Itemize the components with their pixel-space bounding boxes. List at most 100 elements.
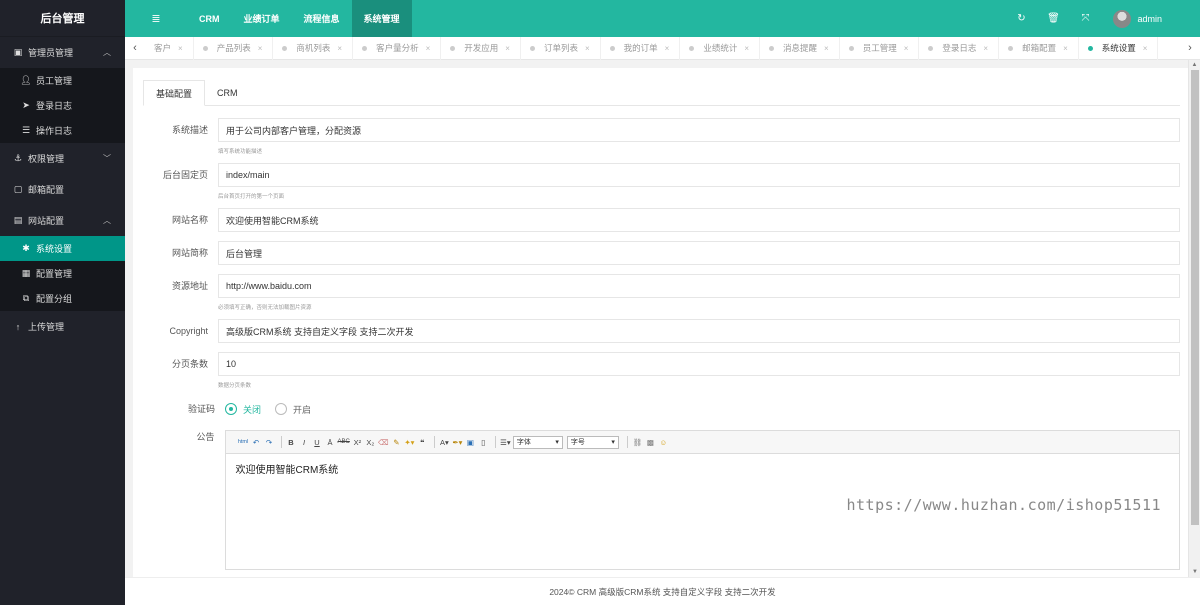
close-icon[interactable]: × xyxy=(824,44,829,53)
emotion-icon[interactable]: ☺ xyxy=(658,438,669,447)
sidebar-group-permission[interactable]: ⚓︎ 权限管理 ﹀ xyxy=(0,143,125,174)
bold-icon[interactable]: B xyxy=(286,438,297,447)
auto-format-icon[interactable]: ✦▾ xyxy=(404,438,415,447)
user-name[interactable]: admin xyxy=(1137,14,1162,24)
close-icon[interactable]: × xyxy=(904,44,909,53)
topnav-process[interactable]: 流程信息 xyxy=(292,0,352,37)
link-icon[interactable]: ⛓︎ xyxy=(632,438,643,447)
editor-toolbar: html ↶ ↷ B I U Ā ABC X² X₂ ⌫ ✎ ✦▾ ❝ A▾ ✒… xyxy=(225,431,1179,454)
sidebar-group-mail[interactable]: ▢ 邮箱配置 xyxy=(0,174,125,205)
resource-url-input[interactable]: http://www.baidu.com xyxy=(218,274,1180,298)
fullscreen-icon[interactable]: ⤧ xyxy=(1069,13,1101,24)
chevron-up-icon: ︿ xyxy=(103,216,111,225)
sidebar-item-operation-log[interactable]: ☰ 操作日志 xyxy=(0,118,125,143)
underline-icon[interactable]: U xyxy=(312,438,323,447)
close-icon[interactable]: × xyxy=(983,44,988,53)
sidebar-group-admin[interactable]: ▣ 管理员管理 ︿ xyxy=(0,37,125,68)
page-scrollbar[interactable]: ▲ ▼ xyxy=(1188,60,1200,577)
close-icon[interactable]: × xyxy=(585,44,590,53)
close-icon[interactable]: × xyxy=(178,44,183,53)
topnav-system[interactable]: 系统管理 xyxy=(351,0,412,37)
close-icon[interactable]: × xyxy=(1143,44,1148,53)
sidebar-group-site[interactable]: ▤ 网站配置 ︿ xyxy=(0,205,125,236)
sidebar-item-staff[interactable]: 👤︎ 员工管理 xyxy=(0,68,125,93)
font-family-select[interactable]: 字体 ▾ xyxy=(512,435,563,449)
page-tab[interactable]: 邮箱配置 × xyxy=(999,36,1079,60)
clear-doc-icon[interactable]: ▯ xyxy=(478,438,489,447)
background-color-icon[interactable]: ✒▾ xyxy=(452,438,463,447)
page-tab[interactable]: 开发应用 × xyxy=(441,36,521,60)
line-height-icon[interactable]: ☰▾ xyxy=(500,438,511,447)
sidebar-group-upload[interactable]: ↑ 上传管理 xyxy=(0,311,125,342)
quote-icon[interactable]: ❝ xyxy=(417,438,428,447)
sidebar-item-config-manage[interactable]: ▦ 配置管理 xyxy=(0,261,125,286)
close-icon[interactable]: × xyxy=(258,44,263,53)
tab-label: 订单列表 xyxy=(543,43,578,53)
chevron-right-icon[interactable]: › xyxy=(1180,42,1200,54)
eraser-icon[interactable]: ⌫ xyxy=(378,438,389,447)
close-icon[interactable]: × xyxy=(337,44,342,53)
scroll-thumb[interactable] xyxy=(1191,70,1199,525)
select-all-icon[interactable]: ▣ xyxy=(465,438,476,447)
dot-icon xyxy=(609,45,615,51)
page-tab[interactable]: 商机列表 × xyxy=(273,36,354,60)
chevron-left-icon[interactable]: ‹ xyxy=(125,42,145,54)
sidebar-item-config-group[interactable]: ⧉ 配置分组 xyxy=(0,286,125,311)
superscript-icon[interactable]: X² xyxy=(352,438,363,447)
strikethrough-icon[interactable]: ABC xyxy=(338,439,350,445)
font-color-icon[interactable]: A▾ xyxy=(439,438,450,447)
page-tab[interactable]: 客户 × xyxy=(145,36,194,60)
italic-icon[interactable]: I xyxy=(299,438,310,447)
refresh-icon[interactable]: ↻ xyxy=(1005,13,1037,24)
page-tab[interactable]: 登录日志 × xyxy=(919,36,1000,60)
close-icon[interactable]: × xyxy=(1063,44,1068,53)
editor-body[interactable]: 欢迎使用智能CRM系统 https://www.huzhan.com/ishop… xyxy=(226,454,1179,570)
captcha-off-radio[interactable]: 关闭 xyxy=(225,403,261,416)
page-tab[interactable]: 订单列表 × xyxy=(521,36,601,60)
undo-icon[interactable]: ↶ xyxy=(251,438,262,447)
toolbar-separator xyxy=(433,436,435,448)
topnav-orders[interactable]: 业绩订单 xyxy=(232,0,292,37)
home-page-input[interactable]: index/main xyxy=(218,163,1180,187)
tab-label: 客户量分析 xyxy=(376,43,419,53)
sidebar-item-system-settings[interactable]: ✱ 系统设置 xyxy=(0,236,125,261)
page-tab[interactable]: 业绩统计 × xyxy=(680,36,760,60)
html-source-icon[interactable]: html xyxy=(238,439,249,445)
font-size-select[interactable]: 字号 ▾ xyxy=(566,435,619,449)
image-icon[interactable]: ▩ xyxy=(645,438,656,447)
page-tab[interactable]: 客户量分析 × xyxy=(353,36,442,60)
copyright-input[interactable]: 高级版CRM系统 支持自定义字段 支持二次开发 xyxy=(218,319,1180,343)
captcha-on-radio[interactable]: 开启 xyxy=(275,403,311,416)
scroll-up-icon[interactable]: ▲ xyxy=(1189,60,1200,70)
short-name-input[interactable]: 后台管理 xyxy=(218,241,1180,265)
tab-crm[interactable]: CRM xyxy=(205,80,250,106)
subscript-icon[interactable]: X₂ xyxy=(365,438,376,447)
border-icon[interactable]: Ā xyxy=(325,438,336,447)
tab-basic-config[interactable]: 基础配置 xyxy=(143,80,206,106)
page-size-input[interactable]: 10 xyxy=(218,352,1180,376)
page-tab[interactable]: 产品列表 × xyxy=(194,36,274,60)
topnav-crm[interactable]: CRM xyxy=(187,0,232,37)
page-tab[interactable]: 员工管理 × xyxy=(840,36,920,60)
menu-toggle-icon[interactable]: ≣ xyxy=(125,12,187,25)
dot-icon xyxy=(928,45,934,51)
close-icon[interactable]: × xyxy=(426,44,431,53)
captcha-radio-group: 关闭 开启 xyxy=(225,397,325,421)
redo-icon[interactable]: ↷ xyxy=(264,438,275,447)
app-logo[interactable]: 后台管理 xyxy=(0,0,125,37)
page-tab[interactable]: 消息提醒 × xyxy=(760,36,840,60)
close-icon[interactable]: × xyxy=(505,44,510,53)
page-tab[interactable]: 我的订单 × xyxy=(601,36,681,60)
format-brush-icon[interactable]: ✎ xyxy=(391,438,402,447)
close-icon[interactable]: × xyxy=(665,44,670,53)
page-tab-active[interactable]: 系统设置 × xyxy=(1079,36,1159,60)
trash-icon[interactable]: 🗑︎ xyxy=(1037,13,1069,24)
scroll-down-icon[interactable]: ▼ xyxy=(1189,567,1200,577)
sidebar-item-label: 员工管理 xyxy=(36,76,73,86)
sidebar-item-login-log[interactable]: ➤ 登录日志 xyxy=(0,93,125,118)
close-icon[interactable]: × xyxy=(744,44,749,53)
site-name-input[interactable]: 欢迎使用智能CRM系统 xyxy=(218,208,1180,232)
avatar[interactable] xyxy=(1113,9,1132,28)
field-label: 后台固定页 xyxy=(162,170,208,180)
system-desc-input[interactable]: 用于公司内部客户管理，分配资源 xyxy=(218,118,1180,142)
